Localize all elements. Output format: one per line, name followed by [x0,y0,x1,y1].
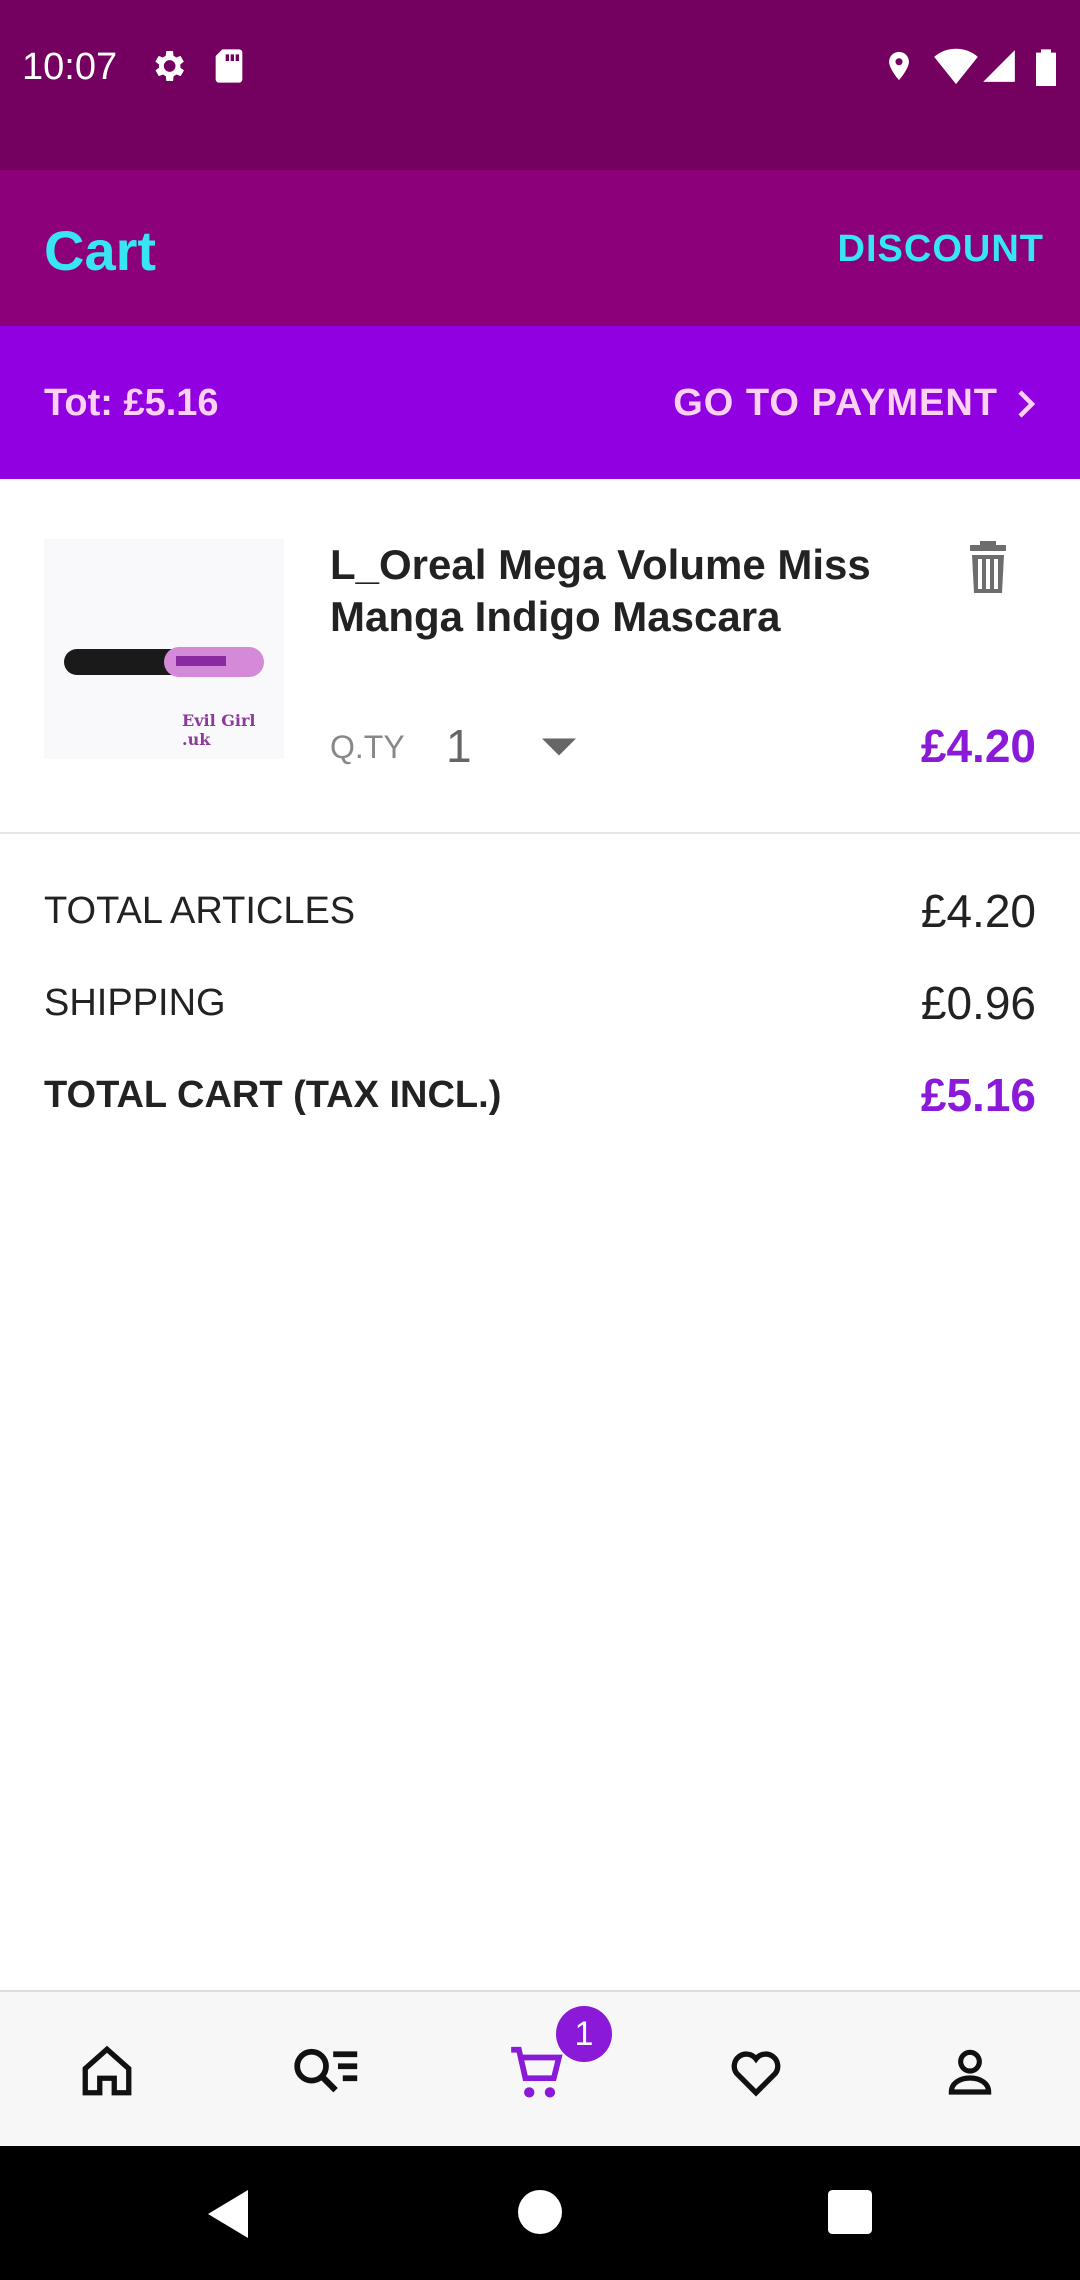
shipping-label: SHIPPING [44,982,226,1024]
quantity-value[interactable]: 1 [446,719,472,773]
image-caption: Evil Girl .uk [182,711,256,749]
battery-icon [1036,49,1056,86]
quantity-label: Q.TY [330,729,405,765]
system-nav-bar [0,2146,1080,2280]
app-bar: Cart DISCOUNT [0,170,1080,326]
home-button-icon[interactable] [518,2190,562,2234]
cart-total-summary: Tot: £5.16 [44,382,219,424]
go-to-payment-button[interactable]: GO TO PAYMENT [673,382,998,425]
item-price: £4.20 [920,720,1036,772]
wifi-icon [934,48,978,85]
page-title: Cart [44,219,157,282]
bottom-nav: 1 [0,1990,1080,2148]
signal-icon [983,50,1015,82]
status-time: 10:07 [22,46,118,88]
shipping-value: £0.96 [920,977,1036,1029]
product-image[interactable]: Evil Girl .uk [44,539,284,759]
total-cart-value: £5.16 [920,1069,1036,1121]
chevron-right-icon [1018,390,1036,418]
shipping-row: SHIPPING £0.96 [44,977,1036,1042]
cart-badge: 1 [556,2006,612,2062]
home-icon[interactable] [78,2042,136,2100]
recents-icon[interactable] [828,2190,872,2234]
discount-button[interactable]: DISCOUNT [838,228,1044,271]
total-cart-label: TOTAL CART (TAX INCL.) [44,1074,502,1116]
search-list-icon[interactable] [290,2042,362,2100]
status-bar: 10:07 [0,0,1080,170]
cart-item: Evil Girl .uk L_Oreal Mega Volume Miss M… [0,479,1080,834]
total-articles-row: TOTAL ARTICLES £4.20 [44,885,1036,950]
chevron-down-icon[interactable] [542,737,576,757]
gear-icon [155,51,184,81]
profile-icon[interactable] [942,2042,998,2100]
trash-icon[interactable] [968,541,1008,593]
total-articles-label: TOTAL ARTICLES [44,890,356,932]
total-cart-row: TOTAL CART (TAX INCL.) £5.16 [44,1069,1036,1134]
sd-card-icon [215,49,243,83]
payment-bar[interactable]: Tot: £5.16 GO TO PAYMENT [0,326,1080,479]
back-icon[interactable] [206,2190,250,2238]
heart-icon[interactable] [726,2042,786,2100]
location-icon [889,51,909,81]
product-title[interactable]: L_Oreal Mega Volume Miss Manga Indigo Ma… [330,539,890,643]
total-articles-value: £4.20 [920,885,1036,937]
cart-icon[interactable] [506,2042,568,2104]
